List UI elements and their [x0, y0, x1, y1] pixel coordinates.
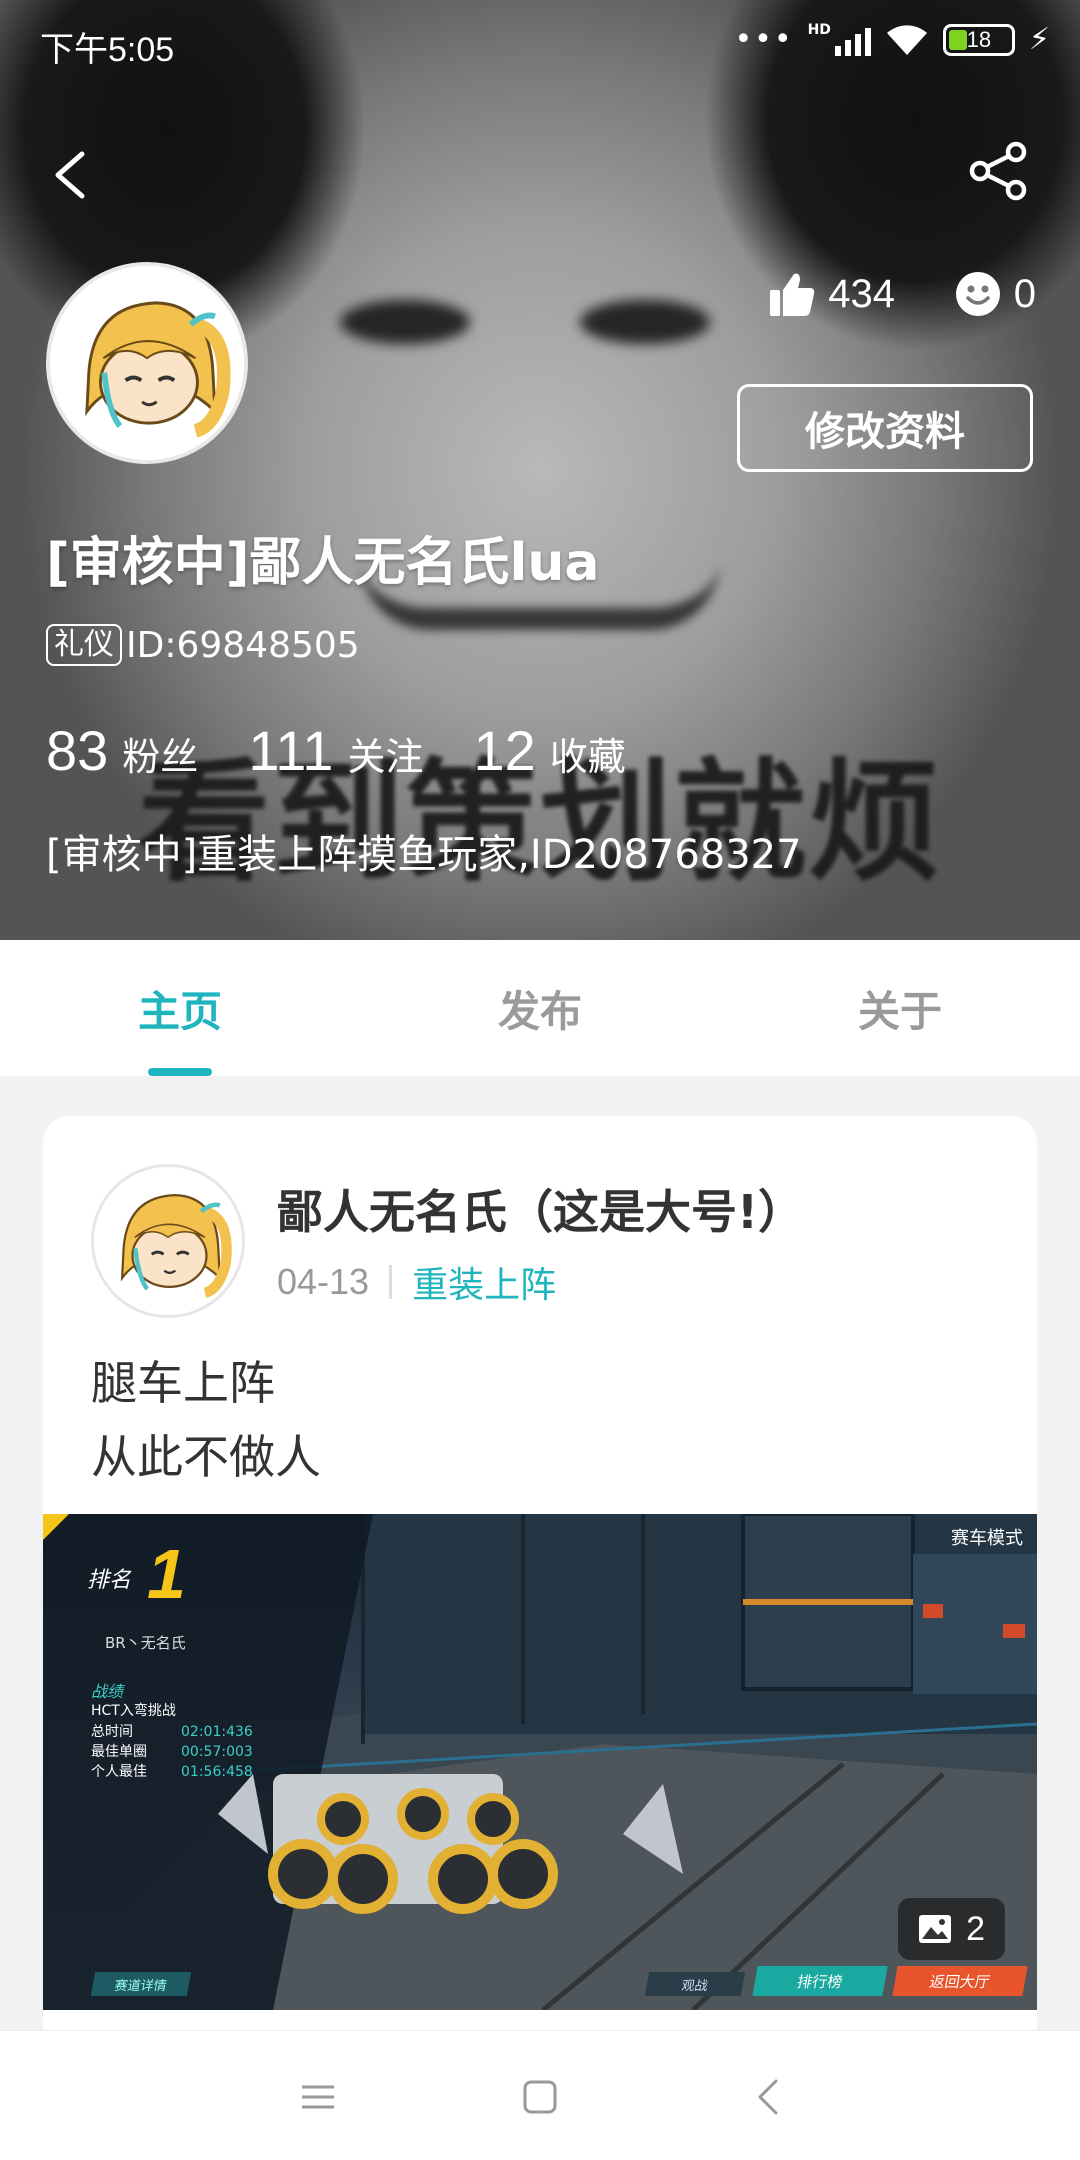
- image-icon: [919, 1915, 952, 1943]
- profile-avatar[interactable]: [46, 262, 248, 464]
- return-lobby-button: 返回大厅: [892, 1966, 1028, 1996]
- spectate-button: 观战: [644, 1972, 746, 1996]
- smiles-count: 0: [1013, 271, 1036, 316]
- player-name: BR丶无名氏: [105, 1634, 186, 1652]
- post-author-avatar[interactable]: [91, 1164, 245, 1318]
- status-time: 下午5:05: [40, 31, 175, 69]
- notification-dots-icon: •••: [734, 22, 794, 57]
- followers-count[interactable]: 83: [46, 718, 108, 783]
- record-value: 01:56:458: [181, 1764, 253, 1780]
- track-details-button: 赛道详情: [90, 1972, 192, 1996]
- share-icon[interactable]: [968, 140, 1030, 202]
- image-count-badge[interactable]: 2: [898, 1898, 1005, 1960]
- thumbs-up-icon: [770, 273, 815, 316]
- challenge-name: HCT入弯挑战: [91, 1703, 176, 1719]
- profile-stats: 83 粉丝 111 关注 12 收藏: [46, 718, 676, 783]
- record-table: 总时间 02:01:436 最佳单圈 00:57:003 个人最佳 01:56:458: [91, 1722, 253, 1782]
- record-label: 总时间: [91, 1724, 133, 1740]
- post-body: 腿车上阵 从此不做人: [91, 1346, 321, 1494]
- edit-profile-button[interactable]: 修改资料: [737, 384, 1033, 472]
- profile-username: [审核中]鄙人无名氏lua: [46, 533, 600, 593]
- profile-id: ID:69848505: [126, 624, 360, 666]
- smiles-counter[interactable]: 0: [954, 270, 1036, 318]
- tab-posts[interactable]: 发布: [360, 940, 720, 1076]
- charging-icon: ⚡: [1028, 22, 1050, 57]
- home-icon[interactable]: [518, 2075, 562, 2119]
- battery-level: 18: [966, 26, 992, 52]
- followers-label[interactable]: 粉丝: [122, 726, 198, 781]
- image-count: 2: [966, 1909, 985, 1948]
- following-count[interactable]: 111: [248, 718, 333, 783]
- post-date: 04-13: [277, 1261, 370, 1302]
- etiquette-badge[interactable]: 礼仪: [46, 624, 122, 666]
- status-icons: ••• HD 18 ⚡: [734, 22, 1050, 57]
- record-label: 个人最佳: [91, 1764, 147, 1780]
- meta-divider: [389, 1265, 393, 1299]
- tab-home[interactable]: 主页: [0, 940, 360, 1076]
- status-bar: 下午5:05 ••• HD 18 ⚡: [0, 0, 1080, 88]
- back-nav-icon[interactable]: [746, 2075, 790, 2119]
- signal-icon: [834, 24, 871, 56]
- record-title: 战绩: [91, 1682, 124, 1701]
- likes-count: 434: [828, 271, 895, 316]
- post-meta: 04-13 重装上阵: [277, 1256, 556, 1308]
- rank-label: 排名: [87, 1568, 132, 1593]
- following-label[interactable]: 关注: [347, 726, 423, 781]
- back-arrow-icon[interactable]: [50, 150, 90, 200]
- network-type-label: HD: [807, 22, 831, 38]
- profile-tabs: 主页 发布 关于: [0, 940, 1080, 1076]
- post-body-line: 腿车上阵: [91, 1356, 275, 1410]
- rank-value: 1: [147, 1535, 186, 1613]
- likes-counter[interactable]: 434: [768, 270, 895, 318]
- profile-id-row: 礼仪 ID:69848505: [46, 624, 360, 666]
- menu-icon[interactable]: [296, 2075, 340, 2119]
- post-image[interactable]: 赛车模式 排名 1 BR丶无名氏 战绩 HCT入弯挑战 总时间 02:01:436…: [43, 1514, 1037, 2010]
- battery-icon: 18: [942, 23, 1015, 56]
- system-nav-bar: [0, 2030, 1080, 2160]
- favorites-count[interactable]: 12: [473, 718, 535, 783]
- smiley-icon: [955, 272, 1000, 316]
- wifi-icon: [886, 24, 927, 55]
- post-body-line: 从此不做人: [91, 1430, 321, 1484]
- post-category[interactable]: 重装上阵: [412, 1256, 556, 1308]
- tab-about[interactable]: 关于: [720, 940, 1080, 1076]
- leaderboard-button: 排行榜: [752, 1966, 888, 1996]
- record-label: 最佳单圈: [91, 1744, 147, 1760]
- record-value: 02:01:436: [181, 1724, 253, 1740]
- post-author-name[interactable]: 鄙人无名氏（这是大号!）: [277, 1176, 804, 1242]
- anime-girl-avatar-icon: [50, 266, 244, 460]
- profile-banner: 看到策划就烦 下午5:05 ••• HD 18 ⚡ 434 0 修改资料 [审核…: [0, 0, 1080, 940]
- active-tab-indicator: [148, 1068, 212, 1076]
- post-card[interactable]: 鄙人无名氏（这是大号!） 04-13 重装上阵 腿车上阵 从此不做人 赛车模式 …: [43, 1116, 1037, 2116]
- record-value: 00:57:003: [181, 1744, 253, 1760]
- favorites-label[interactable]: 收藏: [550, 726, 626, 781]
- game-mode-label: 赛车模式: [951, 1528, 1023, 1549]
- anime-girl-avatar-icon: [94, 1167, 242, 1315]
- profile-bio: [审核中]重装上阵摸鱼玩家,ID208768327: [46, 832, 802, 878]
